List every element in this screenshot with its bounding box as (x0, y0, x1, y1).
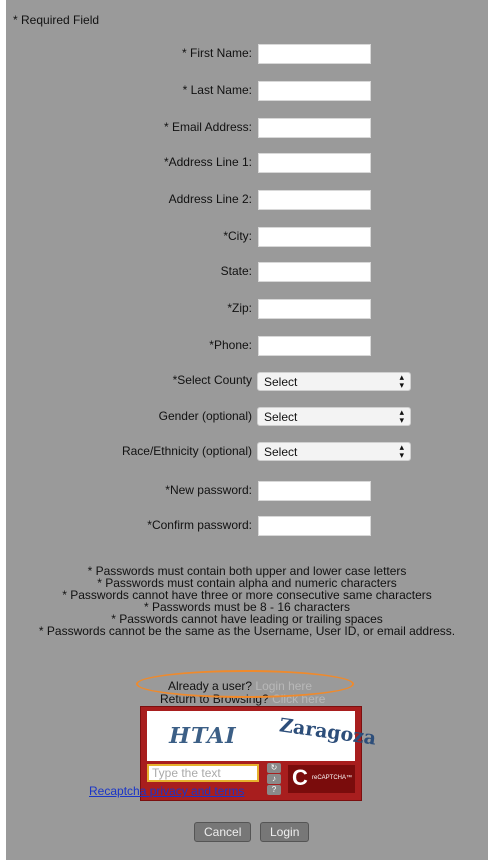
state-input[interactable] (258, 262, 371, 282)
password-rule: * Passwords cannot be the same as the Us… (38, 624, 456, 638)
gender-label: Gender (optional) (158, 409, 252, 423)
help-icon[interactable]: ? (267, 785, 281, 795)
new-password-input[interactable] (258, 481, 371, 501)
recaptcha-logo: C reCAPTCHA™ (288, 765, 355, 793)
address-line1-input[interactable] (258, 153, 371, 173)
city-label: *City: (223, 229, 252, 243)
captcha-word-1: HTAI (166, 723, 240, 749)
select-arrows-icon: ▴ ▾ (399, 372, 404, 390)
race-ethnicity-select[interactable]: Select ▴ ▾ (257, 442, 411, 461)
gender-select-value: Select (264, 410, 298, 424)
email-input[interactable] (258, 118, 371, 138)
captcha-input[interactable]: Type the text (147, 764, 259, 782)
cancel-button[interactable]: Cancel (194, 822, 252, 842)
select-arrows-icon: ▴ ▾ (399, 442, 404, 460)
recaptcha-logo-text: reCAPTCHA™ (312, 775, 353, 781)
refresh-icon[interactable]: ↻ (267, 763, 281, 773)
city-input[interactable] (258, 227, 371, 247)
county-label: *Select County (172, 373, 252, 387)
registration-panel: * Required Field * First Name: * Last Na… (6, 0, 488, 860)
address-line1-label: *Address Line 1: (163, 155, 252, 169)
captcha-controls: ↻ ♪ ? (267, 763, 283, 797)
address-line2-input[interactable] (258, 190, 371, 210)
recaptcha-arrow-icon: C (292, 765, 308, 790)
select-arrows-icon: ▴ ▾ (399, 407, 404, 425)
confirm-password-label: *Confirm password: (147, 518, 252, 532)
password-rules: * Passwords must contain both upper and … (6, 565, 488, 637)
recaptcha-privacy-link[interactable]: Recaptcha privacy and terms (89, 784, 244, 798)
email-label: * Email Address: (163, 120, 252, 134)
captcha-word-2: Zaragoza (277, 714, 378, 750)
first-name-label: * First Name: (181, 46, 252, 60)
captcha-image: HTAI Zaragoza (147, 711, 378, 761)
zip-input[interactable] (258, 299, 371, 319)
last-name-label: * Last Name: (182, 83, 252, 97)
phone-label: *Phone: (209, 338, 252, 352)
highlight-oval (136, 670, 354, 698)
confirm-password-input[interactable] (258, 516, 371, 536)
new-password-label: *New password: (165, 483, 252, 497)
phone-input[interactable] (258, 336, 371, 356)
state-label: State: (220, 264, 252, 278)
last-name-input[interactable] (258, 81, 371, 101)
login-button[interactable]: Login (260, 822, 310, 842)
county-select-value: Select (264, 375, 298, 389)
race-ethnicity-select-value: Select (264, 445, 298, 459)
race-ethnicity-label: Race/Ethnicity (optional) (121, 444, 252, 458)
gender-select[interactable]: Select ▴ ▾ (257, 407, 411, 426)
zip-label: *Zip: (227, 301, 252, 315)
required-field-note: * Required Field (13, 13, 100, 27)
audio-icon[interactable]: ♪ (267, 774, 281, 784)
address-line2-label: Address Line 2: (168, 192, 252, 206)
county-select[interactable]: Select ▴ ▾ (257, 372, 411, 391)
first-name-input[interactable] (258, 44, 371, 64)
